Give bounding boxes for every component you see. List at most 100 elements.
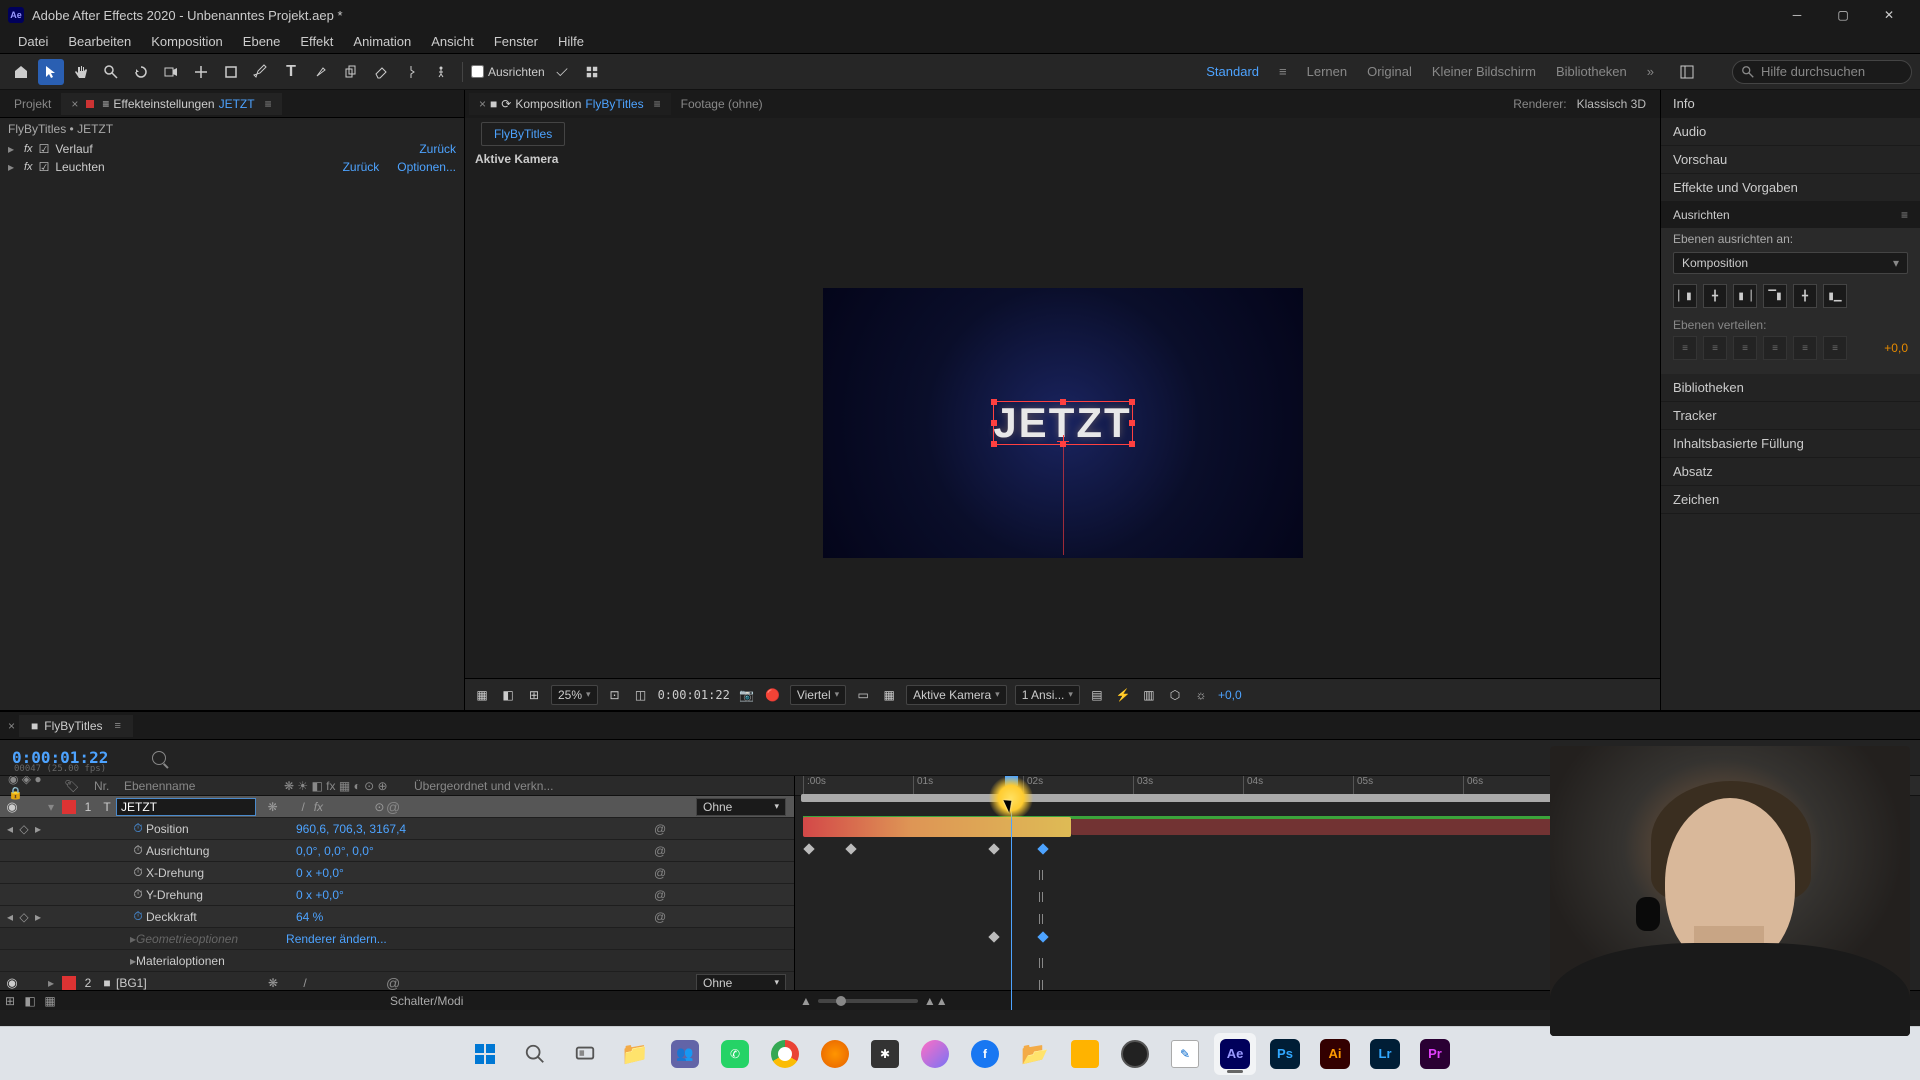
illustrator-icon[interactable]: Ai [1314,1033,1356,1075]
minimize-button[interactable]: ─ [1774,0,1820,30]
stopwatch-icon[interactable]: ⏱ [130,909,146,924]
zoom-slider-track[interactable] [818,999,918,1003]
menu-view[interactable]: Ansicht [421,30,484,53]
rotation-tool[interactable] [128,59,154,85]
type-tool[interactable]: T [278,59,304,85]
explorer-icon[interactable]: 📁 [614,1033,656,1075]
dist-value[interactable]: +0,0 [1884,341,1908,355]
toggle-modes-icon[interactable]: ◧ [20,994,40,1008]
transparency-grid-icon[interactable]: ▦ [880,686,898,704]
align-bottom-icon[interactable]: ▮▁ [1823,284,1847,308]
prop-opacity[interactable]: ◂◇▸ ⏱ Deckkraft 64 % @ [0,906,794,928]
panel-tracker[interactable]: Tracker [1661,402,1920,430]
home-tool[interactable] [8,59,34,85]
search-taskbar-icon[interactable] [514,1033,556,1075]
panel-paragraph[interactable]: Absatz [1661,458,1920,486]
align-target-dropdown[interactable]: Komposition▾ [1673,252,1908,274]
puppet-tool[interactable] [428,59,454,85]
fast-preview-icon[interactable]: ⚡ [1114,686,1132,704]
pixel-aspect-icon[interactable]: ▤ [1088,686,1106,704]
align-top-icon[interactable]: ▔▮ [1763,284,1787,308]
panel-libraries[interactable]: Bibliotheken [1661,374,1920,402]
workspace-small[interactable]: Kleiner Bildschirm [1432,64,1536,79]
switch-modes-label[interactable]: Schalter/Modi [60,994,463,1008]
reset-exposure-icon[interactable]: ☼ [1192,686,1210,704]
mask-icon[interactable]: ◧ [499,686,517,704]
tab-effect-controls[interactable]: × ≡ Effekteinstellungen JETZT ≡ [61,93,281,115]
channel-icon[interactable]: ⊞ [525,686,543,704]
toggle-frames-icon[interactable]: ▦ [40,994,60,1008]
renderer-label[interactable]: Renderer: Klassisch 3D [1513,97,1656,111]
roi-icon[interactable]: ▭ [854,686,872,704]
pan-behind-tool[interactable] [188,59,214,85]
photoshop-icon[interactable]: Ps [1264,1033,1306,1075]
notes-icon[interactable]: ✎ [1164,1033,1206,1075]
task-view-icon[interactable] [564,1033,606,1075]
stopwatch-icon[interactable]: ⏱ [130,843,146,858]
snap-checkbox[interactable] [471,65,484,78]
menu-window[interactable]: Fenster [484,30,548,53]
start-icon[interactable] [464,1033,506,1075]
workspace-layout-icon[interactable] [1674,59,1700,85]
layer-row-1[interactable]: ◉ ▾ 1 T ❋/fx⊙ @ Ohne [0,796,794,818]
clone-tool[interactable] [338,59,364,85]
teams-icon[interactable]: 👥 [664,1033,706,1075]
menu-help[interactable]: Hilfe [548,30,594,53]
tab-project[interactable]: Projekt [4,93,61,115]
prop-material-options[interactable]: ▸ Materialoptionen [0,950,794,972]
lightroom-icon[interactable]: Lr [1364,1033,1406,1075]
folder-icon[interactable]: 📂 [1014,1033,1056,1075]
camera-dropdown[interactable]: Aktive Kamera [906,685,1007,705]
exposure-value[interactable]: +0,0 [1218,688,1242,702]
premiere-icon[interactable]: Pr [1414,1033,1456,1075]
parent-dropdown[interactable]: Ohne [696,798,786,816]
effect-leuchten[interactable]: ▸ fx ☑ Leuchten Zurück Optionen... [0,158,464,176]
panel-info[interactable]: Info [1661,90,1920,118]
app-icon-2[interactable] [1064,1033,1106,1075]
comp-breadcrumb[interactable]: FlyByTitles [481,122,565,146]
messenger-icon[interactable] [914,1033,956,1075]
align-right-icon[interactable]: ▮▕ [1733,284,1757,308]
align-vcenter-icon[interactable]: ╋ [1793,284,1817,308]
zoom-tool[interactable] [98,59,124,85]
grid-icon[interactable]: ▦ [473,686,491,704]
pen-tool[interactable] [248,59,274,85]
menu-layer[interactable]: Ebene [233,30,291,53]
maximize-button[interactable]: ▢ [1820,0,1866,30]
zoom-out-icon[interactable]: ▲ [800,994,812,1008]
align-left-icon[interactable]: ▏▮ [1673,284,1697,308]
whatsapp-icon[interactable]: ✆ [714,1033,756,1075]
camera-tool[interactable] [158,59,184,85]
quality-dropdown[interactable]: Viertel [790,685,846,705]
snapshot-icon[interactable]: 📷 [738,686,756,704]
help-search[interactable]: Hilfe durchsuchen [1732,60,1912,84]
views-dropdown[interactable]: 1 Ansi... [1015,685,1080,705]
panel-content-aware[interactable]: Inhaltsbasierte Füllung [1661,430,1920,458]
brush-tool[interactable] [308,59,334,85]
snap-options-icon[interactable] [549,59,575,85]
workspace-learn[interactable]: Lernen [1307,64,1347,79]
timeline-icon[interactable]: ▥ [1140,686,1158,704]
zoom-in-icon[interactable]: ▲▲ [924,994,948,1008]
eraser-tool[interactable] [368,59,394,85]
roto-tool[interactable] [398,59,424,85]
selection-tool[interactable] [38,59,64,85]
obs-icon[interactable] [1114,1033,1156,1075]
pickwhip-icon[interactable]: @ [386,799,406,815]
chrome-icon[interactable] [764,1033,806,1075]
panel-character[interactable]: Zeichen [1661,486,1920,514]
workspace-standard[interactable]: Standard [1206,64,1259,79]
flowchart-icon[interactable]: ⬡ [1166,686,1184,704]
menu-effect[interactable]: Effekt [290,30,343,53]
align-hcenter-icon[interactable]: ╋ [1703,284,1727,308]
stopwatch-icon[interactable]: ⏱ [130,821,146,836]
kf-add-icon[interactable]: ◇ [18,822,30,836]
tab-composition[interactable]: × ■ ⟳ Komposition FlyByTitles ≡ [469,93,671,115]
toggle-switches-icon[interactable]: ⊞ [0,994,20,1008]
timeline-search-icon[interactable] [152,751,166,765]
kf-prev-icon[interactable]: ◂ [4,822,16,836]
app-icon-1[interactable]: ✱ [864,1033,906,1075]
prop-xrotation[interactable]: ⏱ X-Drehung 0 x +0,0° @ [0,862,794,884]
layer-color-chip[interactable] [62,800,76,814]
close-button[interactable]: ✕ [1866,0,1912,30]
